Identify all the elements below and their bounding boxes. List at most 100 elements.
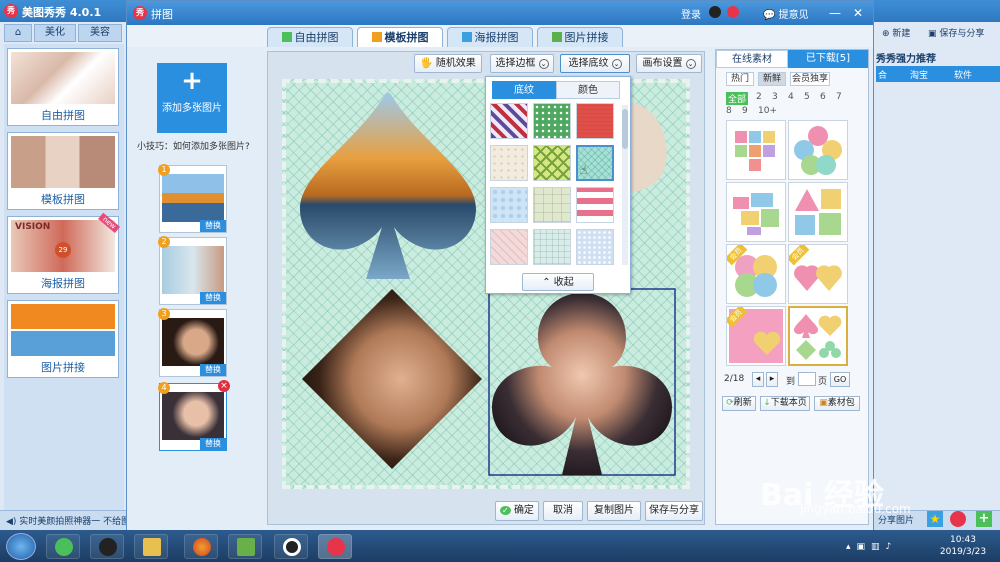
tab-image-splice[interactable]: 图片拼接 — [537, 27, 623, 47]
taskbar-app-meitu[interactable] — [318, 534, 352, 559]
taskbar-app-qq[interactable] — [90, 534, 124, 559]
weibo-icon[interactable] — [950, 511, 966, 527]
tip-link[interactable]: 小技巧：如何添加多张图片? — [137, 139, 250, 152]
page-number[interactable]: 8 — [726, 106, 732, 116]
refresh-button[interactable]: ⟳刷新 — [722, 396, 756, 411]
page-number[interactable]: 5 — [804, 92, 810, 102]
tab-color[interactable]: 颜色 — [556, 81, 620, 99]
confirm-button[interactable]: ✓ 确定 — [495, 501, 539, 521]
page-number[interactable]: 4 — [788, 92, 794, 102]
template-triangle[interactable] — [788, 182, 848, 242]
thumb-slot[interactable]: 2 替换 — [158, 236, 227, 305]
filter-vip[interactable]: 会员独享 — [790, 72, 830, 86]
texture-swatch[interactable] — [533, 187, 571, 223]
add-icon[interactable]: + — [976, 511, 992, 527]
template-pink-vip[interactable]: 会员 — [726, 306, 786, 366]
replace-button[interactable]: 替换 — [200, 438, 226, 450]
add-images-button[interactable]: + 添加多张图片 — [157, 63, 227, 133]
filter-fresh[interactable]: 新鲜 — [758, 72, 786, 86]
texture-swatch[interactable] — [490, 145, 528, 181]
taskbar-app-explorer[interactable] — [134, 534, 168, 559]
texture-swatch[interactable] — [533, 103, 571, 139]
texture-swatch[interactable] — [490, 229, 528, 265]
page-number[interactable]: 10+ — [758, 106, 777, 116]
taskbar-app-video[interactable] — [228, 534, 262, 559]
download-page-button[interactable]: ↓下载本页 — [760, 396, 810, 411]
template-hearts-vip[interactable]: 会员 — [788, 244, 848, 304]
page-number[interactable]: 7 — [836, 92, 842, 102]
go-button[interactable]: GO — [830, 372, 850, 387]
texture-swatch[interactable] — [533, 145, 571, 181]
page-number[interactable]: 2 — [756, 92, 762, 102]
delete-icon[interactable]: × — [218, 380, 230, 392]
template-card-suits-selected[interactable] — [788, 306, 848, 366]
page-all[interactable]: 全部 — [726, 92, 749, 105]
card-template-collage[interactable]: 模板拼图 — [7, 132, 119, 210]
recommend-tab[interactable]: 淘宝 — [910, 68, 928, 81]
scrollbar[interactable] — [622, 105, 628, 265]
texture-swatch[interactable] — [576, 187, 614, 223]
filter-hot[interactable]: 热门 — [726, 72, 754, 86]
tab-free-collage[interactable]: 自由拼图 — [267, 27, 353, 47]
page-number[interactable]: 3 — [772, 92, 778, 102]
select-texture-dropdown[interactable]: 选择底纹 ⌄ — [560, 54, 630, 73]
next-page-button[interactable]: ▸ — [766, 372, 778, 387]
replace-button[interactable]: 替换 — [200, 364, 226, 376]
weibo-login-icon[interactable] — [727, 6, 739, 18]
tab-downloaded[interactable]: 已下载[5] — [788, 50, 868, 68]
texture-swatch[interactable] — [576, 103, 614, 139]
new-button[interactable]: ⊕ 新建 — [882, 26, 910, 39]
star-icon[interactable]: ★ — [927, 511, 943, 527]
feedback-link[interactable]: 💬 提意见 — [763, 6, 809, 21]
copy-image-button[interactable]: 复制图片 — [587, 501, 641, 521]
canvas-settings-dropdown[interactable]: 画布设置 ⌄ — [636, 54, 702, 73]
login-link[interactable]: 登录 — [681, 6, 701, 21]
template-hearts-grid[interactable] — [726, 120, 786, 180]
collapse-button[interactable]: ⌃ 收起 — [522, 273, 594, 291]
close-icon[interactable]: ✕ — [853, 6, 863, 20]
scrollbar-thumb[interactable] — [622, 109, 628, 149]
random-effect-button[interactable]: 🖐 随机效果 — [414, 54, 482, 73]
taskbar-app-recorder[interactable] — [274, 534, 308, 559]
thumb-slot[interactable]: 3 替换 — [158, 308, 227, 377]
card-poster-collage[interactable]: VISION 29 new 海报拼图 — [7, 212, 120, 294]
page-number[interactable]: 6 — [820, 92, 826, 102]
home-tab[interactable]: ⌂ — [4, 24, 32, 42]
save-share-button[interactable]: 保存与分享 — [645, 501, 703, 521]
template-blocks[interactable] — [726, 182, 786, 242]
page-number[interactable]: 9 — [742, 106, 748, 116]
tab-poster-collage[interactable]: 海报拼图 — [447, 27, 533, 47]
card-free-collage[interactable]: 自由拼图 — [7, 48, 119, 126]
select-border-dropdown[interactable]: 选择边框 ⌄ — [490, 54, 554, 73]
start-button[interactable] — [6, 533, 36, 560]
card-image-splice[interactable]: 图片拼接 — [7, 300, 119, 378]
tab-online-material[interactable]: 在线素材 — [716, 50, 788, 68]
recommend-tab[interactable]: 软件 — [954, 68, 972, 81]
replace-button[interactable]: 替换 — [200, 292, 226, 304]
makeup-tab[interactable]: 美容 — [78, 24, 122, 42]
material-pack-button[interactable]: ▣素材包 — [814, 396, 860, 411]
taskbar-app-360[interactable] — [46, 534, 80, 559]
texture-swatch[interactable] — [490, 103, 528, 139]
tab-template-collage[interactable]: 模板拼图 — [357, 27, 443, 47]
taskbar-app-firefox[interactable] — [184, 534, 218, 559]
recommend-tab[interactable]: 合 — [878, 68, 887, 81]
template-clover-vip[interactable]: 会员 — [726, 244, 786, 304]
beautify-tab[interactable]: 美化 — [34, 24, 76, 42]
texture-swatch[interactable] — [490, 187, 528, 223]
template-flower[interactable] — [788, 120, 848, 180]
texture-swatch[interactable] — [533, 229, 571, 265]
clock[interactable]: 10:43 2019/3/23 — [935, 534, 991, 558]
replace-button[interactable]: 替换 — [200, 220, 226, 232]
cancel-button[interactable]: 取消 — [543, 501, 583, 521]
system-tray-icons[interactable]: ▴▣▥♪ — [846, 542, 897, 552]
tab-texture[interactable]: 底纹 — [492, 81, 556, 99]
thumb-slot[interactable]: 1 替换 — [158, 164, 227, 233]
main-save-share-button[interactable]: ▣ 保存与分享 — [928, 26, 984, 39]
qq-icon[interactable] — [709, 6, 721, 18]
prev-page-button[interactable]: ◂ — [752, 372, 764, 387]
page-input[interactable] — [798, 372, 816, 386]
texture-swatch[interactable] — [576, 229, 614, 265]
minimize-icon[interactable]: — — [829, 6, 841, 20]
thumb-slot-selected[interactable]: 4 替换 × — [158, 380, 230, 451]
